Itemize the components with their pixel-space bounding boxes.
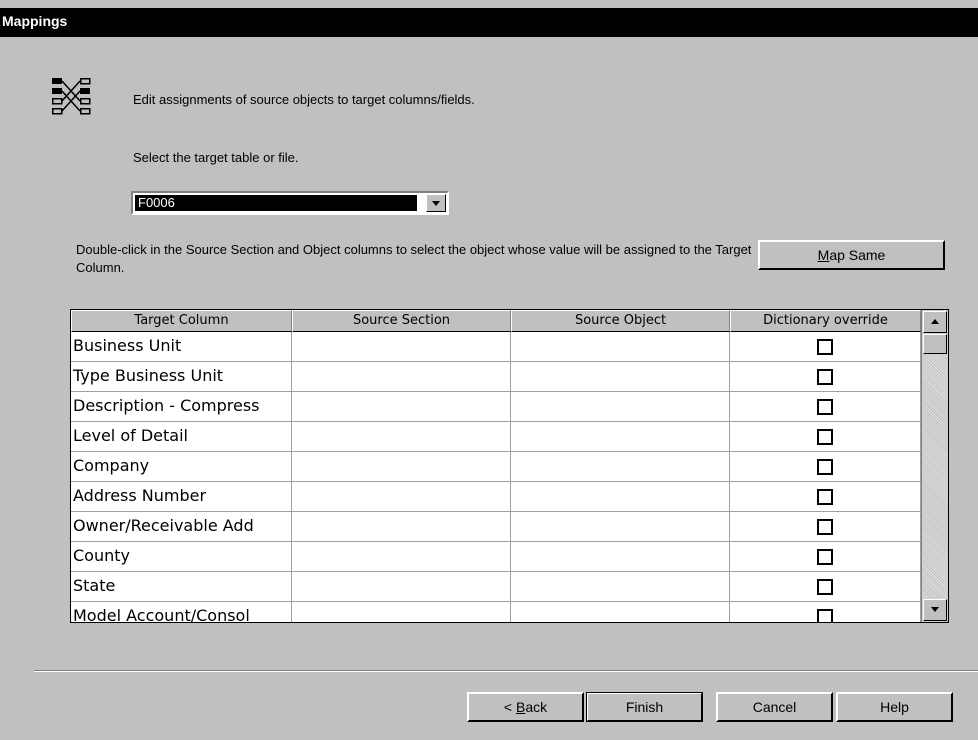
- target-column-cell[interactable]: Company: [71, 452, 292, 482]
- source-object-cell[interactable]: [511, 482, 730, 512]
- target-table-value[interactable]: F0006: [135, 195, 417, 211]
- back-button[interactable]: < Back: [467, 692, 584, 722]
- column-header-source-object[interactable]: Source Object: [511, 310, 730, 332]
- mapping-wizard-icon: [52, 78, 91, 115]
- table-row[interactable]: Address Number: [71, 482, 921, 512]
- scroll-down-button[interactable]: [923, 599, 947, 621]
- back-label-key: B: [515, 699, 526, 715]
- table-row[interactable]: Business Unit: [71, 332, 921, 362]
- source-object-cell[interactable]: [511, 452, 730, 482]
- window-title: Mappings: [2, 13, 68, 29]
- table-row[interactable]: Owner/Receivable Add: [71, 512, 921, 542]
- override-checkbox[interactable]: [817, 428, 833, 445]
- grid-body: Business Unit Type Business Unit Descrip…: [71, 332, 921, 622]
- source-section-cell[interactable]: [292, 422, 511, 452]
- source-section-cell[interactable]: [292, 572, 511, 602]
- source-section-cell[interactable]: [292, 602, 511, 622]
- map-same-label-post: ap Same: [829, 247, 886, 263]
- arrow-up-icon: [931, 319, 939, 324]
- scroll-up-button[interactable]: [923, 311, 947, 333]
- table-row[interactable]: County: [71, 542, 921, 572]
- override-cell: [730, 602, 921, 622]
- override-cell: [730, 482, 921, 512]
- title-bar: Mappings: [0, 0, 978, 37]
- source-object-cell[interactable]: [511, 572, 730, 602]
- override-checkbox[interactable]: [817, 548, 833, 565]
- back-label-post: ack: [525, 699, 548, 715]
- table-row[interactable]: Model Account/Consol: [71, 602, 921, 622]
- source-section-cell[interactable]: [292, 392, 511, 422]
- override-checkbox[interactable]: [817, 398, 833, 415]
- source-object-cell[interactable]: [511, 512, 730, 542]
- table-row[interactable]: Company: [71, 452, 921, 482]
- column-header-dictionary-override[interactable]: Dictionary override: [730, 310, 921, 332]
- grid-header: Target Column Source Section Source Obje…: [71, 310, 921, 332]
- arrow-down-icon: [931, 607, 939, 612]
- target-column-cell[interactable]: State: [71, 572, 292, 602]
- source-object-cell[interactable]: [511, 362, 730, 392]
- vertical-scrollbar[interactable]: [921, 310, 948, 622]
- source-section-cell[interactable]: [292, 332, 511, 362]
- instruction-text: Edit assignments of source objects to ta…: [133, 92, 475, 107]
- cancel-button[interactable]: Cancel: [716, 692, 833, 722]
- dropdown-arrow-button[interactable]: [426, 194, 446, 212]
- hint-text: Double-click in the Source Section and O…: [76, 242, 752, 275]
- footer-separator: [34, 670, 978, 672]
- source-section-cell[interactable]: [292, 512, 511, 542]
- target-column-cell[interactable]: Address Number: [71, 482, 292, 512]
- source-object-cell[interactable]: [511, 332, 730, 362]
- table-row[interactable]: Description - Compress: [71, 392, 921, 422]
- title-bar-strip: [0, 8, 978, 37]
- override-checkbox[interactable]: [817, 518, 833, 535]
- source-section-cell[interactable]: [292, 482, 511, 512]
- finish-button[interactable]: Finish: [586, 692, 703, 722]
- override-cell: [730, 452, 921, 482]
- override-cell: [730, 422, 921, 452]
- target-column-cell[interactable]: Description - Compress: [71, 392, 292, 422]
- source-section-cell[interactable]: [292, 452, 511, 482]
- override-cell: [730, 392, 921, 422]
- column-header-source-section[interactable]: Source Section: [292, 310, 511, 332]
- override-checkbox[interactable]: [817, 488, 833, 505]
- target-column-cell[interactable]: Type Business Unit: [71, 362, 292, 392]
- chevron-down-icon: [432, 201, 440, 206]
- override-cell: [730, 362, 921, 392]
- table-row[interactable]: State: [71, 572, 921, 602]
- override-checkbox[interactable]: [817, 578, 833, 595]
- override-checkbox[interactable]: [817, 608, 833, 622]
- source-object-cell[interactable]: [511, 392, 730, 422]
- map-same-label-key: M: [817, 247, 830, 263]
- target-select-label: Select the target table or file.: [133, 150, 299, 165]
- column-header-target[interactable]: Target Column: [71, 310, 292, 332]
- target-column-cell[interactable]: Model Account/Consol: [71, 602, 292, 622]
- override-checkbox[interactable]: [817, 368, 833, 385]
- mappings-grid[interactable]: Target Column Source Section Source Obje…: [70, 309, 949, 623]
- override-checkbox[interactable]: [817, 338, 833, 355]
- target-column-cell[interactable]: Level of Detail: [71, 422, 292, 452]
- target-column-cell[interactable]: Business Unit: [71, 332, 292, 362]
- override-checkbox[interactable]: [817, 458, 833, 475]
- source-section-cell[interactable]: [292, 362, 511, 392]
- source-object-cell[interactable]: [511, 602, 730, 622]
- override-cell: [730, 542, 921, 572]
- target-column-cell[interactable]: Owner/Receivable Add: [71, 512, 292, 542]
- override-cell: [730, 572, 921, 602]
- source-object-cell[interactable]: [511, 542, 730, 572]
- scroll-thumb[interactable]: [923, 334, 947, 354]
- table-row[interactable]: Type Business Unit: [71, 362, 921, 392]
- help-button[interactable]: Help: [836, 692, 953, 722]
- source-object-cell[interactable]: [511, 422, 730, 452]
- back-label-pre: <: [503, 699, 516, 715]
- target-table-dropdown[interactable]: F0006: [131, 191, 449, 215]
- map-same-button[interactable]: Map Same: [758, 240, 945, 270]
- override-cell: [730, 512, 921, 542]
- target-column-cell[interactable]: County: [71, 542, 292, 572]
- override-cell: [730, 332, 921, 362]
- source-section-cell[interactable]: [292, 542, 511, 572]
- table-row[interactable]: Level of Detail: [71, 422, 921, 452]
